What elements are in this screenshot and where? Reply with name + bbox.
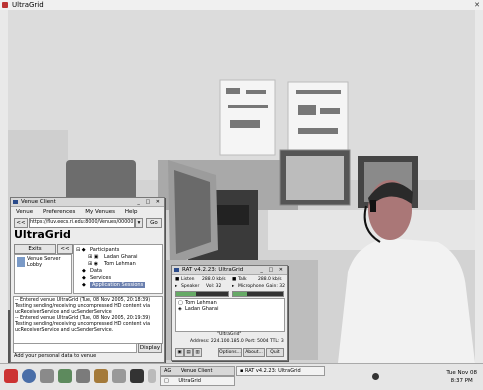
window-controls-icon[interactable]: _ □ ✕ <box>260 266 285 274</box>
task-ultragrid-label: UltraGrid <box>178 378 201 384</box>
rat-app-icon <box>174 268 179 272</box>
exits-collapse-button[interactable]: << <box>57 244 73 254</box>
workspace-switcher-icon[interactable] <box>148 369 156 383</box>
clock-time: 8:37 PM <box>450 378 473 384</box>
tree-data[interactable]: Data <box>90 268 102 274</box>
menu-venue[interactable]: Venue <box>16 209 33 215</box>
rat-window[interactable]: RAT v4.2.23: UltraGrid _ □ ✕ ■ Listen 28… <box>171 265 288 361</box>
tree-services[interactable]: Services <box>90 275 111 281</box>
task-venue-client-label: Venue Client <box>180 368 213 374</box>
venue-client-window[interactable]: Venue Client _ □ ✕ Venue Preferences My … <box>10 197 165 363</box>
task-venue-client-prefix: AG <box>164 368 172 374</box>
applications-node-icon: ◆ <box>82 282 86 288</box>
rat-participant-2[interactable]: Ladan Gharai <box>185 306 218 312</box>
services-node-icon: ◆ <box>82 275 86 281</box>
taskbar: AG Venue Client ▪ RAT v4.2.23: UltraGrid… <box>0 363 483 390</box>
exit-item-icon <box>17 257 25 267</box>
task-venue-client[interactable]: AG Venue Client <box>160 366 235 376</box>
microphone-label: Microphone <box>238 284 265 289</box>
talk-label: Talk <box>238 277 247 282</box>
data-node-icon: ◆ <box>82 268 86 274</box>
start-menu-icon[interactable] <box>4 369 18 383</box>
session-name: "UltraGrid" <box>217 332 242 337</box>
spreadsheet-icon[interactable] <box>76 369 90 383</box>
log-line: ucReceiverService and ucSenderService. <box>15 328 114 333</box>
clock-date: Tue Nov 08 <box>446 370 477 376</box>
presentation-icon[interactable] <box>94 369 108 383</box>
exits-button[interactable]: Exits <box>14 244 56 254</box>
talk-rate: 288.0 kb/s <box>258 277 282 282</box>
rat-titlebar[interactable]: RAT v4.2.23: UltraGrid _ □ ✕ <box>172 266 287 275</box>
window-controls-icon[interactable]: _ □ ✕ <box>137 198 162 206</box>
about-button[interactable]: About... <box>243 348 265 357</box>
window-frame-right <box>475 10 483 363</box>
speaker-icon[interactable]: ▸ <box>175 284 177 289</box>
microphone-gain: Gain: 32 <box>266 284 286 289</box>
person-icon: ⊞ ◉ <box>88 261 99 267</box>
mail-icon[interactable] <box>40 369 54 383</box>
rat-icon-button[interactable]: ▣ <box>175 348 184 357</box>
venue-url-input[interactable]: https://fluv.eecs.ri.edu:8000/Venues/000… <box>29 218 135 228</box>
go-button[interactable]: Go <box>146 218 162 228</box>
session-address: Address: 224.100.185.0 Port: 5004 TTL: 3 <box>190 339 284 344</box>
tree-participant-1[interactable]: Ladan Gharai <box>104 254 137 260</box>
task-ultragrid[interactable]: □ UltraGrid <box>160 376 235 386</box>
venue-tree[interactable]: ⊟ ◆ Participants ⊞ ▣ Ladan Gharai ⊞ ◉ To… <box>73 244 163 294</box>
url-row: << https://fluv.eecs.ri.edu:8000/Venues/… <box>11 216 164 228</box>
window-frame-left <box>0 10 8 363</box>
participants-node-icon: ⊟ ◆ <box>76 247 86 253</box>
speaker-level-meter <box>175 291 229 297</box>
venue-client-titlebar[interactable]: Venue Client _ □ ✕ <box>11 198 164 207</box>
task-ultragrid-icon: □ <box>164 378 169 384</box>
venue-client-title: Venue Client <box>21 199 56 205</box>
browser-icon[interactable] <box>22 369 36 383</box>
writer-icon[interactable] <box>58 369 72 383</box>
listen-rate: 288.0 kb/s <box>202 277 226 282</box>
tree-application-sessions[interactable]: Application Sessions <box>90 282 146 288</box>
app-icon <box>2 2 8 8</box>
back-button[interactable]: << <box>14 218 28 228</box>
main-window-title: UltraGrid <box>12 1 44 9</box>
display-button[interactable]: Display <box>138 343 162 353</box>
rat-icon-button[interactable]: ▥ <box>193 348 202 357</box>
terminal-icon[interactable] <box>130 369 144 383</box>
status-bar: Add your personal data to venue <box>14 353 97 359</box>
venue-client-app-icon <box>13 200 18 204</box>
task-rat-icon: ▪ <box>240 368 244 374</box>
microphone-icon[interactable]: ▸ <box>232 284 234 289</box>
menu-help[interactable]: Help <box>125 209 138 215</box>
venue-client-menubar: Venue Preferences My Venues Help <box>11 207 164 216</box>
listen-label: Listen <box>181 277 195 282</box>
talk-checkbox-icon[interactable]: ■ <box>232 277 236 282</box>
quit-button[interactable]: Quit <box>266 348 284 357</box>
message-input[interactable] <box>13 343 137 353</box>
url-dropdown-icon[interactable]: ▾ <box>135 218 143 228</box>
tree-participants[interactable]: Participants <box>90 247 119 253</box>
microphone-level-meter <box>232 291 284 297</box>
network-status-icon[interactable] <box>372 373 379 380</box>
rat-title: RAT v4.2.23: UltraGrid <box>182 267 244 273</box>
clock[interactable]: Tue Nov 08 8:37 PM <box>446 369 477 385</box>
participant-indicator-icon: ◈ <box>178 306 182 312</box>
exit-item-lobby[interactable]: Lobby <box>27 262 42 268</box>
task-rat[interactable]: ▪ RAT v4.2.23: UltraGrid <box>236 366 325 376</box>
task-rat-label: RAT v4.2.23: UltraGrid <box>244 368 301 374</box>
person-icon: ⊞ ▣ <box>88 254 99 260</box>
menu-preferences[interactable]: Preferences <box>43 209 75 215</box>
rat-participant-list[interactable]: ▢ Tom Lehman ◈ Ladan Gharai <box>175 298 285 332</box>
venue-log: -- Entered venue UltraGrid (Tue, 08 Nov … <box>13 296 163 344</box>
printer-icon[interactable] <box>112 369 126 383</box>
venue-name: UltraGrid <box>14 228 71 241</box>
listen-checkbox-icon[interactable]: ■ <box>175 277 179 282</box>
tree-participant-2[interactable]: Tom Lehman <box>104 261 136 267</box>
speaker-volume: Vol: 32 <box>206 284 222 289</box>
options-button[interactable]: Options... <box>218 348 242 357</box>
exits-list[interactable]: Venue Server Lobby <box>14 254 72 294</box>
close-icon[interactable]: ✕ <box>474 0 480 10</box>
speaker-label: Speaker <box>181 284 200 289</box>
menu-my-venues[interactable]: My Venues <box>85 209 115 215</box>
rat-icon-button[interactable]: ▤ <box>184 348 193 357</box>
